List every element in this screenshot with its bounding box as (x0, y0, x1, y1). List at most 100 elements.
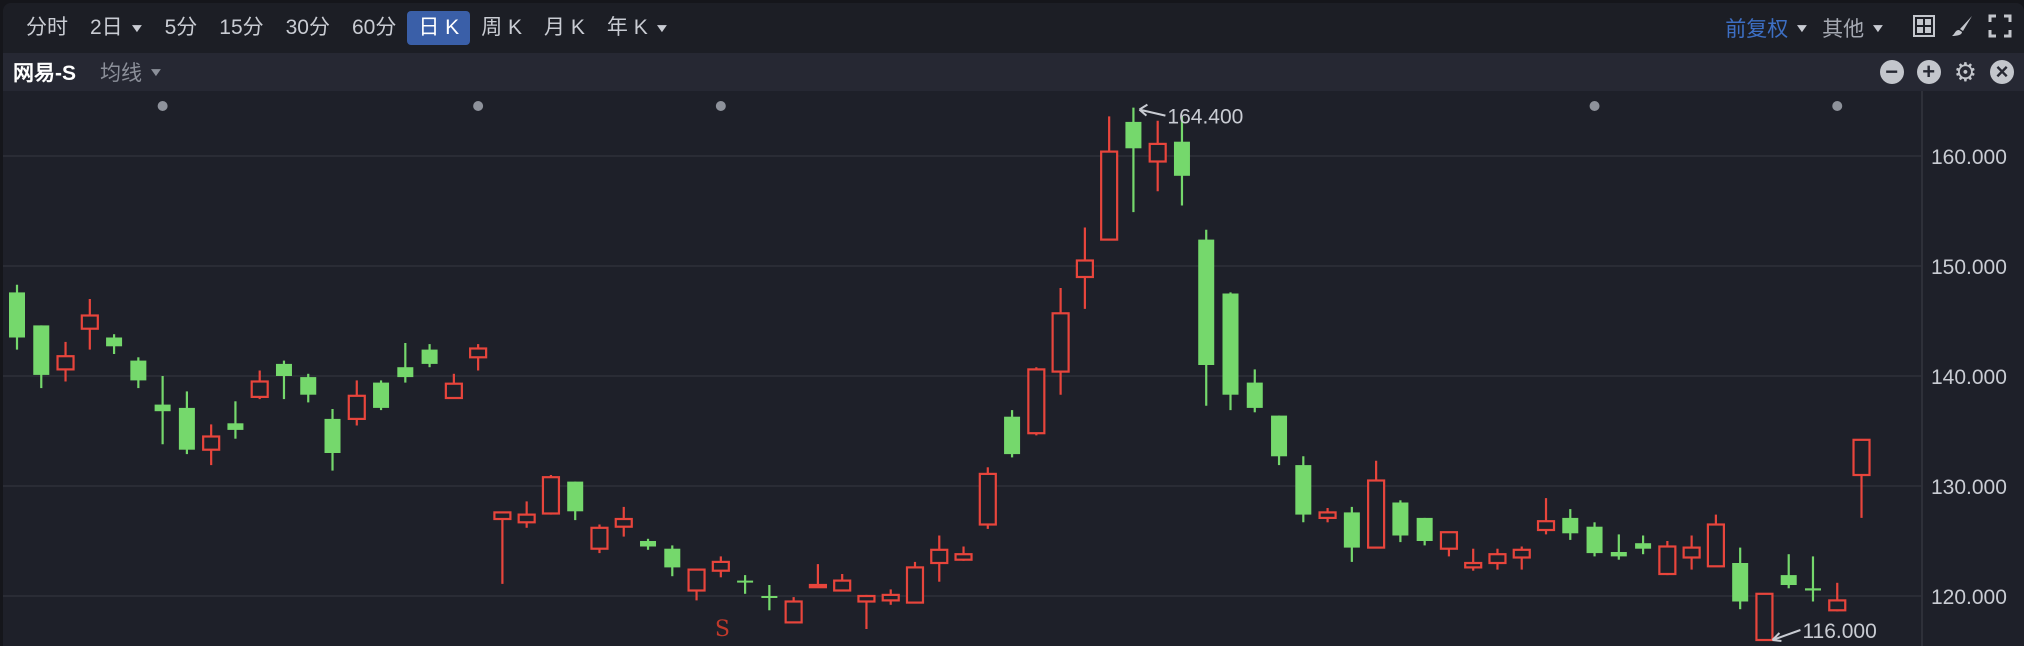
chevron-down-icon: ▼ (1869, 21, 1887, 35)
y-tick-label: 120.000 (1931, 586, 2007, 609)
candle-body (1488, 553, 1507, 565)
candle-body (178, 407, 195, 450)
signal-marker: S (715, 617, 730, 642)
candle-body (1610, 552, 1627, 557)
event-dot (473, 101, 484, 111)
chart-header: 网易-S 均线 ▼ − + ⚙ × (3, 53, 2024, 91)
candle-body (250, 380, 269, 398)
candle-body (541, 476, 561, 515)
event-dot (1589, 101, 1600, 111)
candle-body (664, 548, 681, 568)
candle-body (614, 517, 633, 528)
period-tab[interactable]: 15分 (208, 11, 274, 45)
period-tab[interactable]: 2日 ▼ (79, 11, 154, 45)
candle-body (1732, 563, 1749, 602)
candle-body (106, 337, 123, 347)
candle-body (1512, 548, 1531, 559)
period-tab[interactable]: 30分 (275, 11, 341, 45)
period-tab-label: 30分 (285, 16, 330, 39)
candle-body (227, 423, 244, 430)
candle-body (881, 593, 900, 602)
candle-body (1027, 368, 1046, 435)
candle-body (1004, 416, 1021, 455)
other-label: 其他 (1822, 18, 1865, 41)
candle-body (1439, 531, 1459, 550)
close-icon[interactable]: × (1990, 60, 2014, 84)
candle-body (833, 579, 852, 592)
period-tab[interactable]: 年 K ▼ (596, 11, 679, 45)
fullscreen-icon[interactable] (1988, 14, 2012, 43)
candle-body (930, 548, 949, 565)
y-tick-label: 150.000 (1931, 256, 2007, 279)
layout-grid-icon[interactable] (1912, 14, 1936, 43)
period-tab[interactable]: 日 K (407, 11, 471, 45)
candle-body (590, 526, 609, 550)
period-tab[interactable]: 分时 (15, 11, 79, 45)
candle-body (1658, 545, 1677, 576)
candle-body (711, 560, 730, 572)
period-tab[interactable]: 5分 (154, 11, 209, 45)
zoom-out-icon[interactable]: − (1879, 60, 1904, 84)
candle-body (1051, 312, 1070, 373)
candle-body (397, 367, 414, 378)
stock-chart-window: 分时 2日 ▼ 5分 15分 30分 60分日 K 周 K 月 K 年 K ▼ 前复权 ▼ 其他 ▼… (3, 3, 2024, 646)
settings-icon[interactable]: ⚙ (1954, 59, 1977, 85)
indicator-dropdown[interactable]: 均线 ▼ (100, 57, 165, 87)
candle-body (1198, 239, 1215, 365)
candle-body (640, 541, 657, 547)
chevron-down-icon: ▼ (147, 65, 165, 79)
event-dot (1832, 101, 1843, 111)
candle-body (444, 382, 463, 400)
period-tab-label: 月 K (544, 16, 585, 39)
candle-body (1125, 121, 1142, 149)
period-tab-label: 60分 (351, 16, 397, 39)
period-tab-label: 日 K (418, 16, 460, 39)
arrow-icon (1138, 103, 1166, 117)
period-tab-label: 年 K (606, 16, 648, 39)
candle-body (1804, 588, 1821, 591)
period-toolbar: 分时 2日 ▼ 5分 15分 30分 60分日 K 周 K 月 K 年 K ▼ (3, 3, 2024, 53)
brush-icon[interactable] (1950, 14, 1974, 43)
candle-body (130, 360, 147, 381)
candle-body (1416, 517, 1433, 541)
chevron-down-icon: ▼ (653, 21, 670, 35)
period-tab[interactable]: 60分 (341, 11, 407, 45)
other-dropdown[interactable]: 其他 ▼ (1822, 13, 1887, 43)
indicator-label: 均线 (100, 62, 142, 85)
event-dot (157, 101, 168, 111)
candle-body (1755, 592, 1774, 642)
candle-body (905, 566, 925, 604)
candle-body (1586, 526, 1603, 554)
candle-body (347, 394, 366, 420)
candle-body (154, 404, 171, 412)
candle-body (687, 568, 706, 592)
arrow-icon (1771, 629, 1801, 642)
adjust-label: 前复权 (1725, 18, 1789, 41)
zoom-in-icon[interactable]: + (1916, 60, 1941, 84)
candle-body (373, 382, 390, 408)
candle-body (469, 347, 488, 359)
period-tab[interactable]: 周 K (470, 11, 533, 45)
candle-body (1100, 150, 1119, 241)
candle-body (1828, 599, 1847, 612)
candle-body (9, 292, 25, 338)
stock-name: 网易-S (13, 62, 76, 85)
candle-body (517, 513, 536, 524)
candle-body (1075, 259, 1094, 279)
period-tab-label: 分时 (26, 16, 68, 39)
candle-body (1318, 511, 1337, 519)
candle-body (1295, 465, 1312, 515)
adjust-dropdown[interactable]: 前复权 ▼ (1725, 13, 1810, 43)
candle-body (1148, 142, 1167, 163)
period-tab-label: 2日 (90, 16, 123, 39)
period-tab[interactable]: 月 K (533, 11, 596, 45)
candle-body (202, 435, 221, 451)
period-tab-label: 周 K (481, 16, 523, 39)
candlestick-chart[interactable]: 160.000 150.000 140.000 130.000 120.000 164.4… (3, 91, 2024, 646)
candle-body (784, 600, 803, 624)
candle-body (1780, 575, 1797, 585)
candle-body (1706, 523, 1726, 568)
candle-body (1246, 382, 1263, 408)
candle-body (1562, 517, 1579, 534)
candle-body (857, 594, 876, 603)
